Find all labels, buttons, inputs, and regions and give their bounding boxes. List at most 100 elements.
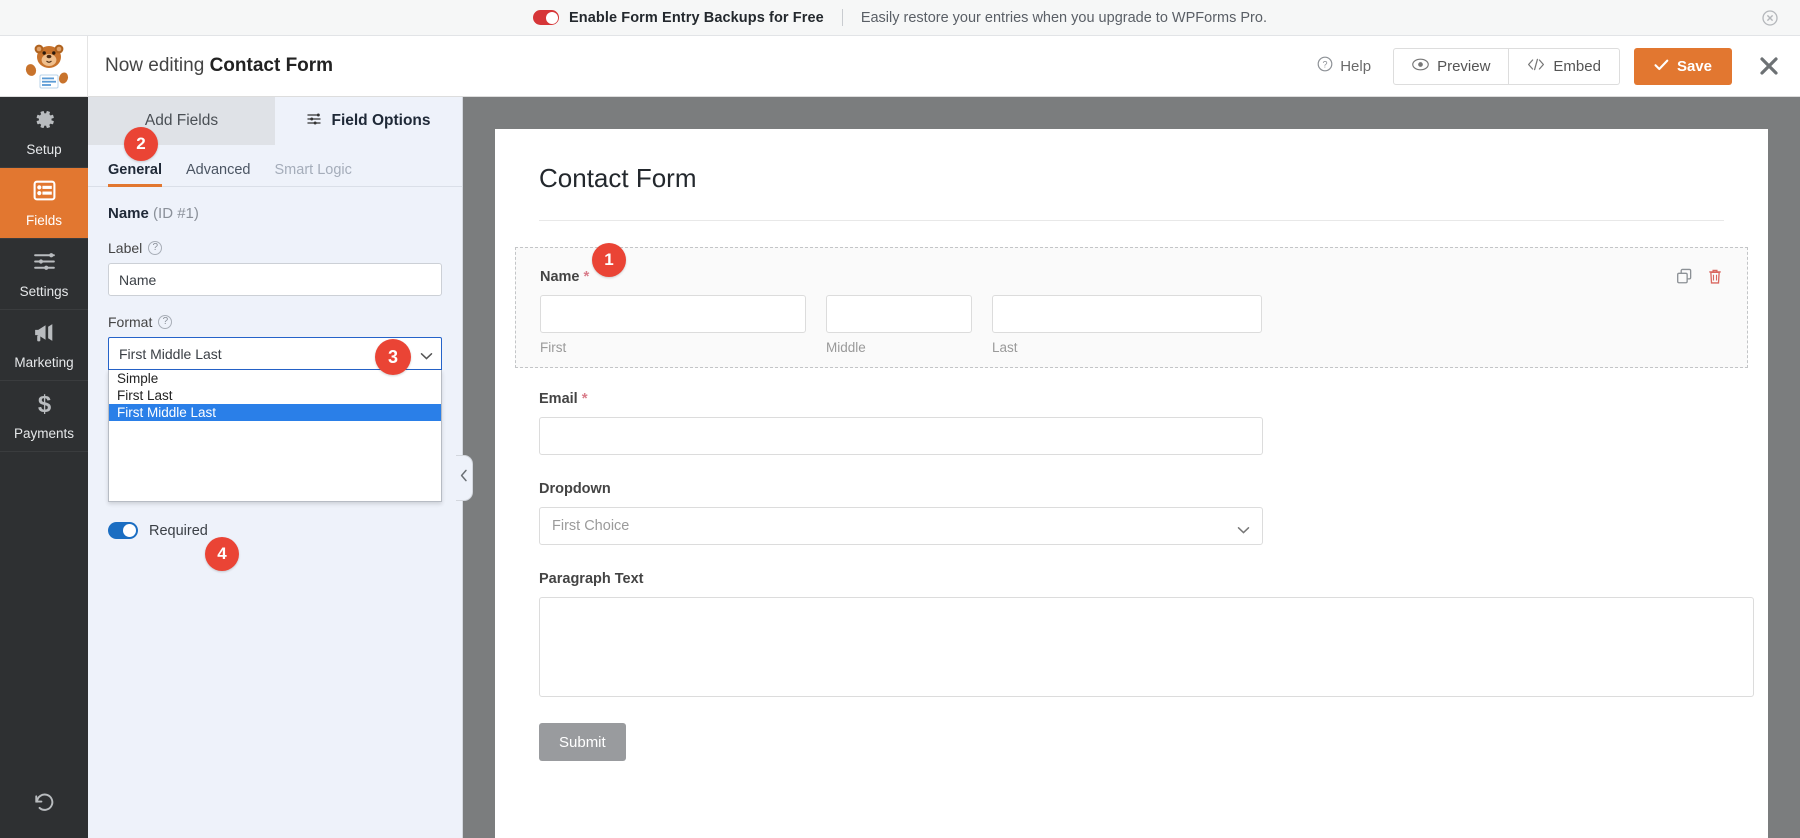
builder-header: Now editing Contact Form ? Help Preview … (0, 36, 1800, 97)
form-list-icon (32, 178, 57, 208)
sidebar-item-label: Settings (20, 284, 69, 299)
required-option-block: Required (108, 522, 442, 539)
panel-add-fields-tab[interactable]: Add Fields (88, 97, 275, 145)
preview-dropdown-label-text: Dropdown (539, 481, 611, 497)
required-asterisk: * (582, 390, 588, 407)
preview-name-first-sublabel: First (540, 340, 806, 355)
notification-divider (842, 9, 843, 26)
eye-icon (1412, 58, 1429, 75)
panel-add-fields-tab-label: Add Fields (145, 112, 218, 130)
preview-name-field[interactable]: Name * First Middle Last (515, 247, 1748, 368)
step-badge-3: 3 (375, 339, 411, 375)
question-circle-icon[interactable]: ? (148, 241, 162, 255)
sidebar-item-setup[interactable]: Setup (0, 97, 88, 168)
preview-email-field[interactable]: Email * (539, 390, 1724, 455)
help-button[interactable]: ? Help (1317, 56, 1371, 76)
subtab-general[interactable]: General (108, 162, 162, 186)
panel-collapse-button[interactable] (456, 455, 473, 501)
form-preview-title: Contact Form (539, 163, 1724, 221)
label-option-label: Label ? (108, 240, 442, 256)
chevron-down-icon (1237, 523, 1250, 539)
preview-button-label: Preview (1437, 58, 1490, 75)
preview-email-input[interactable] (539, 417, 1263, 455)
gear-icon (32, 107, 57, 137)
preview-dropdown-select[interactable]: First Choice (539, 507, 1263, 545)
field-heading-name: Name (108, 205, 149, 222)
format-option-first-middle-last[interactable]: First Middle Last (109, 404, 441, 421)
preview-name-last-input[interactable] (992, 295, 1262, 333)
question-circle-icon[interactable]: ? (158, 315, 172, 329)
sliders-icon (306, 111, 322, 132)
embed-button-label: Embed (1553, 58, 1601, 75)
format-select-value: First Middle Last (119, 346, 222, 362)
label-option-block: Label ? (108, 240, 442, 296)
preview-dropdown-field[interactable]: Dropdown First Choice (539, 481, 1724, 545)
close-x-icon[interactable] (1758, 55, 1780, 77)
header-title-prefix: Now editing (105, 55, 210, 76)
format-option-text: Format (108, 314, 152, 330)
sidebar-item-settings[interactable]: Settings (0, 239, 88, 310)
save-button[interactable]: Save (1634, 48, 1732, 85)
step-badge-1: 1 (592, 243, 626, 277)
step-badge-4: 4 (205, 537, 239, 571)
subtab-general-label: General (108, 162, 162, 178)
field-options-panel: Add Fields Field Options General Advance… (88, 97, 463, 838)
step-badge-2: 2 (124, 127, 158, 161)
question-circle-icon: ? (1317, 56, 1333, 76)
save-button-label: Save (1677, 58, 1712, 75)
format-option-simple-label: Simple (117, 371, 158, 386)
preview-name-middle-col: Middle (826, 295, 972, 355)
megaphone-icon (32, 320, 57, 350)
preview-name-last-col: Last (992, 295, 1262, 355)
subtab-advanced[interactable]: Advanced (186, 162, 251, 186)
required-toggle[interactable] (108, 522, 138, 539)
preview-submit-button[interactable]: Submit (539, 723, 626, 761)
format-option-first-middle-last-label: First Middle Last (117, 405, 216, 420)
sidebar-item-label: Setup (26, 142, 61, 157)
dollar-sign-icon: $ (32, 391, 57, 421)
revision-history-icon[interactable] (24, 784, 64, 820)
preview-name-label-text: Name (540, 269, 580, 285)
embed-button[interactable]: Embed (1509, 48, 1620, 85)
copy-icon[interactable] (1676, 268, 1693, 290)
preview-paragraph-label-text: Paragraph Text (539, 571, 644, 587)
sidebar-item-payments[interactable]: $ Payments (0, 381, 88, 452)
header-form-name: Contact Form (210, 55, 334, 76)
preview-email-label-text: Email (539, 391, 578, 407)
form-preview-card: Contact Form (495, 129, 1768, 838)
wpforms-sullie-mascot-logo (0, 36, 88, 97)
checkmark-icon (1654, 58, 1669, 75)
form-preview-area: Contact Form (463, 97, 1800, 838)
preview-name-middle-sublabel: Middle (826, 340, 972, 355)
format-option-first-last[interactable]: First Last (109, 387, 441, 404)
builder-sidebar: Setup Fields Settings (0, 97, 88, 838)
field-heading: Name (ID #1) (108, 205, 442, 222)
sliders-icon (32, 249, 57, 279)
sidebar-item-marketing[interactable]: Marketing (0, 310, 88, 381)
notification-title: Enable Form Entry Backups for Free (569, 10, 824, 26)
subtab-smart-logic[interactable]: Smart Logic (275, 162, 352, 186)
label-option-text: Label (108, 240, 142, 256)
trash-icon[interactable] (1707, 268, 1723, 290)
label-input[interactable] (108, 263, 442, 296)
help-button-label: Help (1340, 58, 1371, 75)
svg-text:$: $ (37, 391, 50, 416)
preview-name-last-sublabel: Last (992, 340, 1262, 355)
format-select-menu[interactable]: Simple First Last First Middle Last (108, 370, 442, 502)
preview-dropdown-value: First Choice (552, 518, 629, 534)
close-circle-icon[interactable] (1762, 10, 1778, 26)
preview-paragraph-textarea[interactable] (539, 597, 1754, 697)
preview-name-middle-input[interactable] (826, 295, 972, 333)
sidebar-item-fields[interactable]: Fields (0, 168, 88, 239)
preview-paragraph-label: Paragraph Text (539, 571, 1724, 587)
preview-name-first-col: First (540, 295, 806, 355)
preview-button[interactable]: Preview (1393, 48, 1509, 85)
panel-field-options-tab[interactable]: Field Options (275, 97, 462, 145)
preview-paragraph-field[interactable]: Paragraph Text (539, 571, 1724, 697)
notification-bar: Enable Form Entry Backups for Free Easil… (0, 0, 1800, 36)
preview-name-label: Name * (540, 268, 1723, 285)
preview-name-first-input[interactable] (540, 295, 806, 333)
sidebar-item-label: Marketing (14, 355, 73, 370)
code-brackets-icon (1527, 58, 1545, 75)
toggle-on-icon[interactable] (533, 10, 559, 25)
